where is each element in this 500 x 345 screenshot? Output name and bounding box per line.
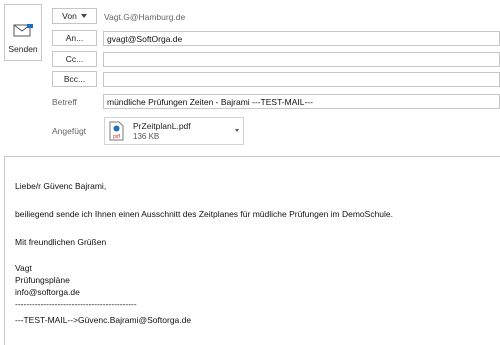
cc-field[interactable] [103,52,500,67]
signature-title: Prüfungspläne [15,275,70,285]
to-button-label: An... [65,33,84,43]
message-body[interactable]: Liebe/r Güvenc Bajrami, beiliegend sende… [4,156,500,345]
pdf-file-icon: pdf [109,121,124,141]
bcc-field[interactable] [103,72,500,87]
body-closing: Mit freundlichen Grüßen [15,237,107,247]
attachment-name: PrZeitplanL.pdf [133,121,191,131]
signature-name: Vagt [15,263,32,273]
send-mail-icon [13,24,33,38]
signature-divider: ----------------------------------------… [15,299,137,309]
from-button[interactable]: Von [52,8,97,24]
attachment-item[interactable]: pdf PrZeitplanL.pdf 136 KB [104,117,244,145]
from-address: Vagt.G@Hamburg.de [104,12,186,22]
attached-label: Angefügt [52,126,87,136]
send-button[interactable]: Senden [4,4,42,61]
bcc-button-label: Bcc... [63,74,86,84]
test-mail-note: ---TEST-MAIL-->Güvenc.Bajrami@Softorga.d… [15,315,192,325]
body-text: beiliegend sende ich Ihnen einen Ausschn… [15,209,394,219]
subject-field[interactable]: mündliche Prüfungen Zeiten - Bajrami ---… [103,94,500,109]
send-button-label: Senden [8,44,38,54]
to-button[interactable]: An... [52,30,97,46]
body-greeting: Liebe/r Güvenc Bajrami, [15,181,107,191]
chevron-down-icon [80,14,87,18]
subject-label: Betreff [52,97,77,107]
cc-button-label: Cc... [65,54,84,64]
signature-email: info@softorga.de [15,287,80,297]
to-field[interactable]: gvagt@SoftOrga.de [103,31,500,46]
chevron-down-icon[interactable] [235,129,239,132]
attachment-size: 136 KB [133,132,160,141]
cc-button[interactable]: Cc... [52,51,97,67]
svg-text:pdf: pdf [113,134,121,140]
from-button-label: Von [62,11,77,21]
bcc-button[interactable]: Bcc... [52,71,97,87]
